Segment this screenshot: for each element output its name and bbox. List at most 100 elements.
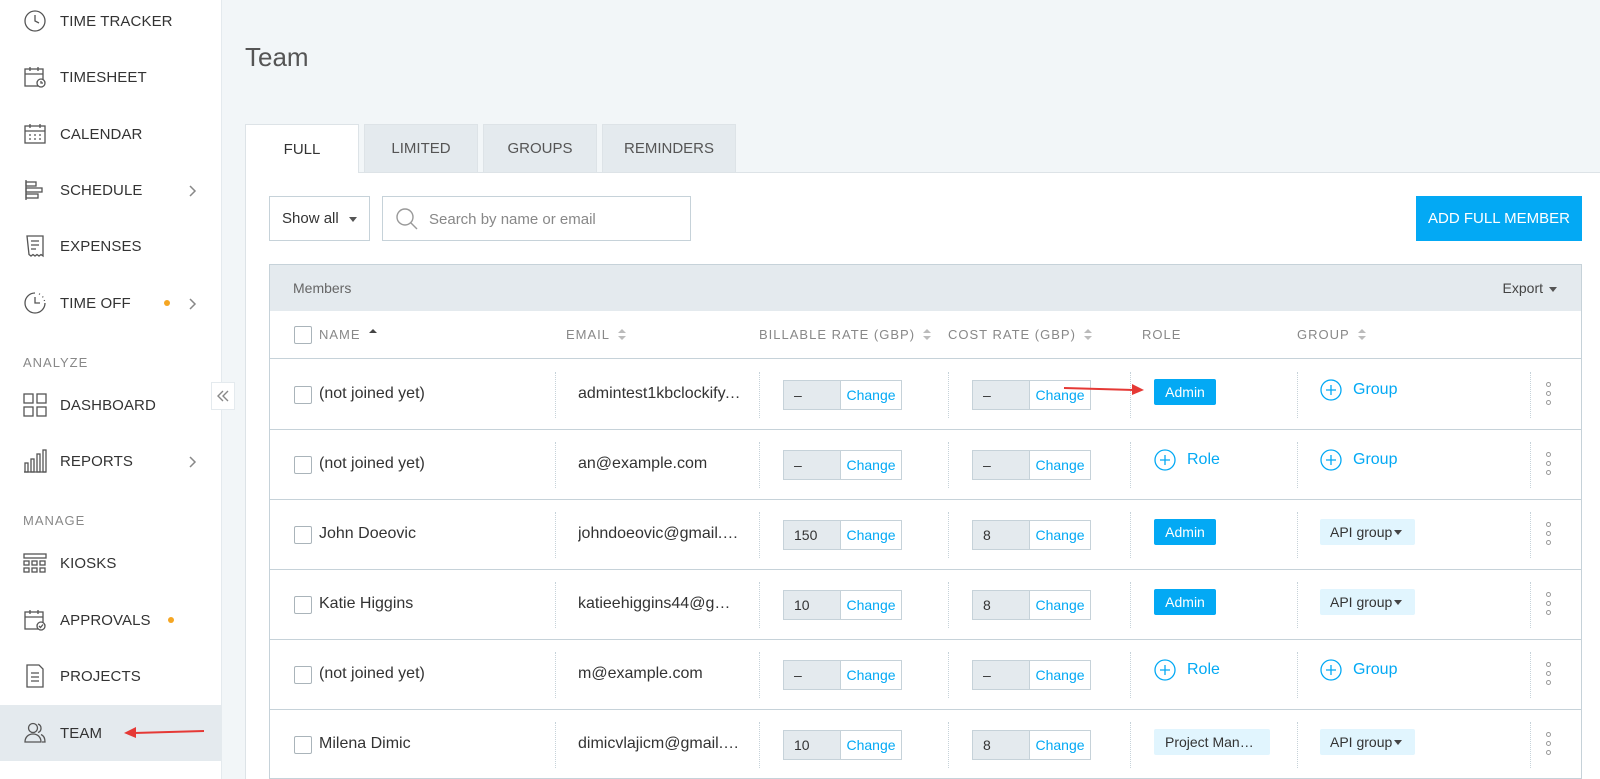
column-divider [1297,442,1298,488]
tab-full[interactable]: FULL [245,124,359,173]
column-divider [1130,372,1131,418]
billable-rate-control: 150 Change [783,520,902,550]
column-header-billable-rate[interactable]: BILLABLE RATE (GBP) [759,327,932,342]
more-options-icon[interactable] [1546,732,1552,758]
more-options-icon[interactable] [1546,592,1552,618]
sidebar-item-label: EXPENSES [60,237,142,255]
group-label: API group [1330,594,1393,610]
collapse-sidebar-button[interactable] [211,382,235,410]
add-role-button[interactable]: Role [1154,659,1220,681]
change-cost-rate-button[interactable]: Change [1029,661,1090,689]
table-header: NAME EMAIL BILLABLE RATE (GBP) COST RATE… [270,311,1581,359]
column-label: BILLABLE RATE (GBP) [759,327,916,342]
sidebar-item-label: CALENDAR [60,125,143,143]
tab-groups[interactable]: GROUPS [483,124,597,172]
change-billable-rate-button[interactable]: Change [840,521,901,549]
section-label-manage: MANAGE [23,513,86,528]
change-cost-rate-button[interactable]: Change [1029,731,1090,759]
sidebar-item-expenses[interactable]: EXPENSES [0,218,222,274]
billable-rate-control: 10 Change [783,590,902,620]
column-header-group[interactable]: GROUP [1297,327,1366,342]
sidebar: TIME TRACKER TIMESHEET CALENDAR SCHEDULE… [0,0,222,779]
role-badge[interactable]: Admin [1154,379,1216,405]
role-badge[interactable]: Admin [1154,589,1216,615]
add-group-button[interactable]: Group [1320,379,1397,401]
cost-rate-value: – [973,661,1029,689]
timesheet-icon [22,64,48,90]
sidebar-item-dashboard[interactable]: DASHBOARD [0,377,222,433]
group-dropdown[interactable]: API group [1320,519,1415,545]
caret-down-icon [1394,600,1402,605]
members-table: Members Export NAME EMAIL BILLABLE RATE … [269,264,1582,779]
add-full-member-button[interactable]: ADD FULL MEMBER [1416,196,1582,241]
plus-circle-icon [1154,449,1176,471]
add-group-label: Group [1353,661,1398,678]
sidebar-item-label: REPORTS [60,452,133,470]
sidebar-item-projects[interactable]: PROJECTS [0,648,222,704]
sidebar-item-reports[interactable]: REPORTS [0,433,222,489]
column-divider [948,372,949,418]
row-checkbox[interactable] [294,456,312,474]
plus-circle-icon [1154,659,1176,681]
table-row: (not joined yet) m@example.com – Change –… [270,640,1581,710]
dashboard-icon [22,392,48,418]
team-icon [22,720,48,746]
add-role-button[interactable]: Role [1154,449,1220,471]
sidebar-item-timesheet[interactable]: TIMESHEET [0,49,222,105]
more-options-icon[interactable] [1546,662,1552,688]
column-header-email[interactable]: EMAIL [566,327,627,342]
change-billable-rate-button[interactable]: Change [840,451,901,479]
group-dropdown[interactable]: API group [1320,729,1415,755]
tab-limited[interactable]: LIMITED [364,124,478,172]
change-cost-rate-button[interactable]: Change [1029,591,1090,619]
column-divider [1530,512,1531,558]
show-filter-dropdown[interactable]: Show all [269,196,370,241]
export-dropdown[interactable]: Export [1503,280,1557,296]
sidebar-item-time-tracker[interactable]: TIME TRACKER [0,0,222,49]
add-group-button[interactable]: Group [1320,449,1397,471]
more-options-icon[interactable] [1546,382,1552,408]
member-name: Milena Dimic [319,735,411,752]
sidebar-item-kiosks[interactable]: KIOSKS [0,535,222,591]
change-billable-rate-button[interactable]: Change [840,731,901,759]
more-options-icon[interactable] [1546,452,1552,478]
change-cost-rate-button[interactable]: Change [1029,451,1090,479]
role-badge[interactable]: Admin [1154,519,1216,545]
group-label: API group [1330,734,1393,750]
cost-rate-control: – Change [972,450,1091,480]
chevron-right-icon [186,455,198,468]
caret-down-icon [1394,740,1402,745]
change-billable-rate-button[interactable]: Change [840,591,901,619]
change-cost-rate-button[interactable]: Change [1029,521,1090,549]
row-checkbox[interactable] [294,526,312,544]
sidebar-item-label: PROJECTS [60,667,141,685]
add-group-button[interactable]: Group [1320,659,1397,681]
row-checkbox[interactable] [294,666,312,684]
member-name: John Doeovic [319,525,416,542]
sidebar-item-approvals[interactable]: APPROVALS [0,592,222,648]
table-row: (not joined yet) admintest1kbclockify.me… [270,360,1581,430]
billable-rate-control: – Change [783,380,902,410]
cost-rate-value: – [973,381,1029,409]
change-billable-rate-button[interactable]: Change [840,661,901,689]
cost-rate-value: 8 [973,731,1029,759]
annotation-arrow-right [1063,384,1144,395]
column-header-cost-rate[interactable]: COST RATE (GBP) [948,327,1092,342]
more-options-icon[interactable] [1546,522,1552,548]
search-input[interactable] [429,207,679,231]
column-header-role: ROLE [1142,327,1181,342]
column-header-name[interactable]: NAME [319,327,377,342]
row-checkbox[interactable] [294,736,312,754]
select-all-checkbox[interactable] [294,326,312,344]
sidebar-item-time-off[interactable]: TIME OFF [0,275,222,331]
row-checkbox[interactable] [294,386,312,404]
tab-reminders[interactable]: REMINDERS [602,124,736,172]
sidebar-item-calendar[interactable]: CALENDAR [0,106,222,162]
row-checkbox[interactable] [294,596,312,614]
change-billable-rate-button[interactable]: Change [840,381,901,409]
column-divider [1530,582,1531,628]
sort-icon [1083,328,1092,341]
role-badge[interactable]: Project Manager [1154,729,1270,755]
group-dropdown[interactable]: API group [1320,589,1415,615]
sidebar-item-schedule[interactable]: SCHEDULE [0,162,222,218]
